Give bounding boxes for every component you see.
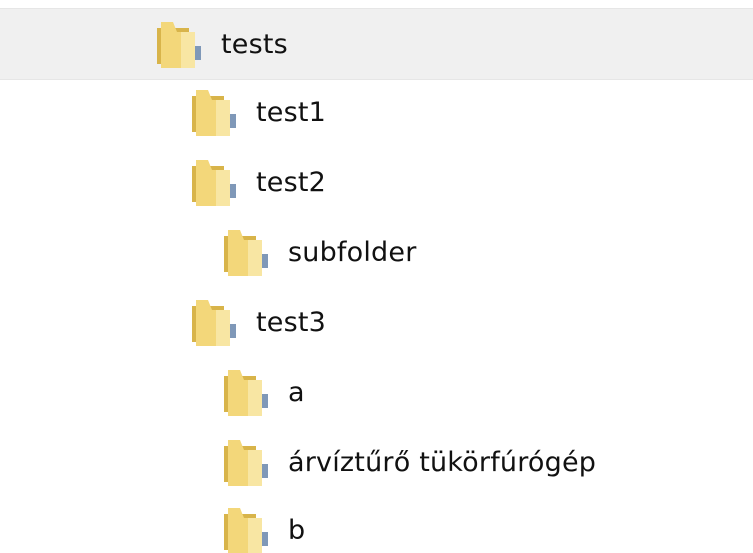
- tree-item-label: test2: [256, 166, 327, 198]
- folder-icon: [222, 436, 272, 488]
- tree-item-test3[interactable]: test3: [0, 286, 753, 358]
- folder-icon: [222, 366, 272, 418]
- tree-item-b[interactable]: b: [0, 494, 753, 553]
- folder-icon: [190, 296, 240, 348]
- tree-item-label: b: [288, 514, 306, 546]
- tree-item-label: test3: [256, 306, 327, 338]
- tree-item-label: árvíztűrő tükörfúrógép: [288, 446, 597, 478]
- tree-item-arvizturo-tukorfurogep[interactable]: árvíztűrő tükörfúrógép: [0, 426, 753, 498]
- tree-item-subfolder[interactable]: subfolder: [0, 216, 753, 288]
- tree-item-tests[interactable]: tests: [0, 8, 753, 80]
- folder-icon: [155, 18, 205, 70]
- folder-icon: [222, 504, 272, 553]
- tree-item-label: test1: [256, 96, 327, 128]
- folder-icon: [222, 226, 272, 278]
- tree-item-label: subfolder: [288, 236, 417, 268]
- folder-icon: [190, 86, 240, 138]
- folder-icon: [190, 156, 240, 208]
- tree-item-test1[interactable]: test1: [0, 76, 753, 148]
- tree-item-label: tests: [221, 28, 288, 60]
- folder-tree: tests test1 test2 subfolder test3 a árví…: [0, 0, 753, 553]
- tree-item-test2[interactable]: test2: [0, 146, 753, 218]
- tree-item-a[interactable]: a: [0, 356, 753, 428]
- tree-item-label: a: [288, 376, 305, 408]
